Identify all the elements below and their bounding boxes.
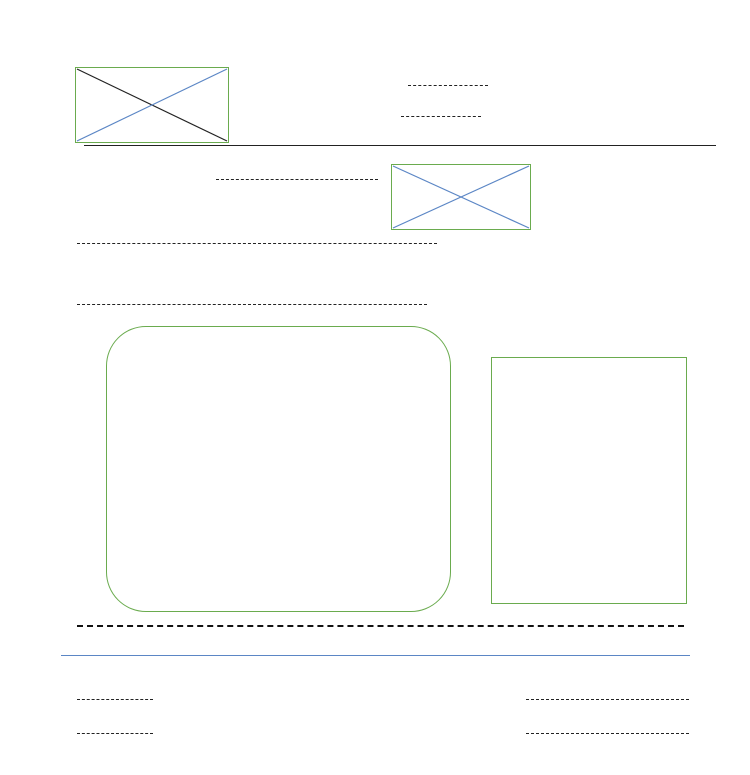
side-panel (491, 357, 687, 604)
footer-right-line-1 (526, 699, 689, 700)
footer-left-line-1 (77, 699, 153, 700)
subheader-image-placeholder (391, 164, 531, 230)
section-divider (77, 625, 684, 627)
main-content-panel (106, 326, 451, 612)
header-title-line-1 (408, 85, 488, 86)
logo-placeholder (75, 67, 229, 143)
footer-right-line-2 (526, 733, 689, 734)
image-placeholder-icon (392, 165, 530, 229)
subheader-line (216, 179, 378, 180)
header-title-line-2 (401, 116, 481, 117)
footer-separator (61, 655, 690, 656)
body-text-line-1 (77, 243, 437, 244)
header-separator (84, 145, 716, 146)
image-placeholder-icon (76, 68, 228, 142)
footer-left-line-2 (77, 733, 153, 734)
body-text-line-2 (77, 304, 427, 305)
